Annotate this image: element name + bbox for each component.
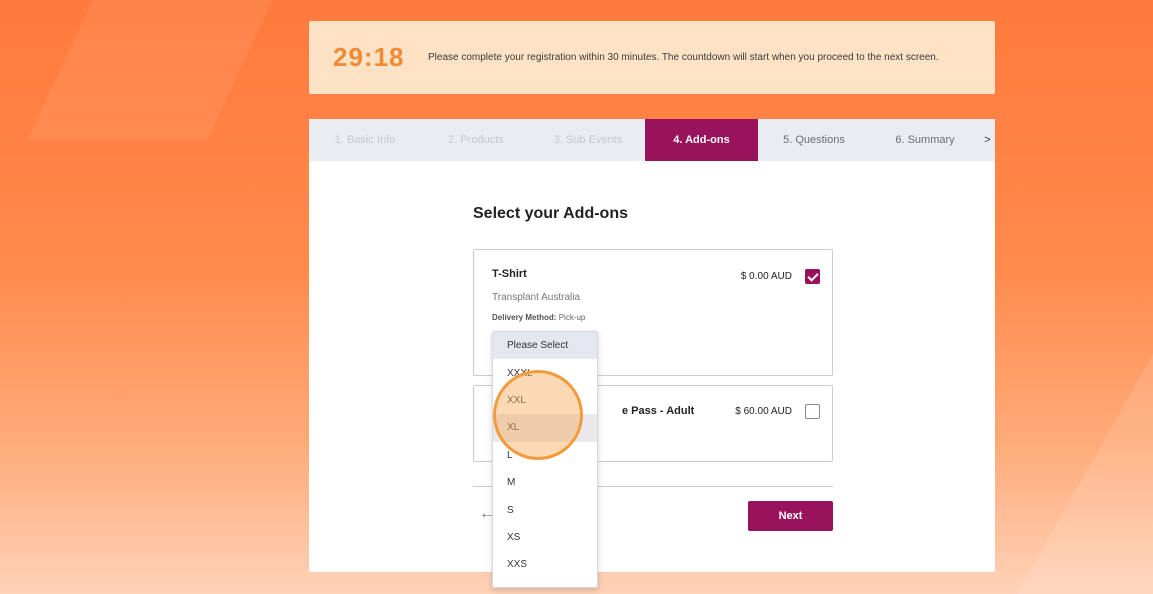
addon-name: T-Shirt	[492, 268, 527, 280]
next-button[interactable]: Next	[748, 501, 833, 531]
delivery-label: Delivery Method:	[492, 313, 557, 322]
tab-questions[interactable]: 5. Questions	[758, 119, 870, 161]
tab-basic-info[interactable]: 1. Basic Info	[309, 119, 421, 161]
addon-checkbox[interactable]	[805, 404, 820, 419]
addon-price: $ 60.00 AUD	[735, 406, 792, 417]
tab-products[interactable]: 2. Products	[421, 119, 531, 161]
tab-sub-events[interactable]: 3. Sub Events	[531, 119, 645, 161]
delivery-value: Pick-up	[558, 313, 586, 322]
addon-price: $ 0.00 AUD	[740, 271, 792, 282]
registration-card: 1. Basic Info 2. Products 3. Sub Events …	[309, 119, 995, 572]
dropdown-option[interactable]: Please Select	[493, 332, 597, 360]
addon-checkbox[interactable]	[805, 269, 820, 284]
background-shape	[27, 0, 273, 140]
tab-summary[interactable]: 6. Summary	[870, 119, 980, 161]
dropdown-option[interactable]: XXS	[493, 551, 597, 578]
tab-add-ons[interactable]: 4. Add-ons	[645, 119, 758, 161]
page-title: Select your Add-ons	[473, 205, 628, 222]
chevron-right-icon[interactable]: >	[980, 119, 995, 161]
countdown-timer: 29:18	[333, 42, 405, 72]
addon-organization: Transplant Australia	[492, 292, 581, 303]
dropdown-option[interactable]: S	[493, 496, 597, 523]
dropdown-option[interactable]: XS	[493, 524, 597, 551]
step-tabs: 1. Basic Info 2. Products 3. Sub Events …	[309, 119, 995, 161]
cursor-highlight	[493, 370, 583, 460]
dropdown-option[interactable]: M	[493, 469, 597, 496]
background-shape	[1017, 354, 1153, 594]
size-dropdown-list[interactable]: Please Select XXXL XXL XL L M S XS XXS	[492, 331, 598, 588]
countdown-message: Please complete your registration within…	[428, 51, 939, 63]
addon-name: e Pass - Adult	[622, 405, 695, 417]
addon-delivery: Delivery Method: Pick-up	[492, 313, 585, 322]
countdown-banner: 29:18 Please complete your registration …	[309, 21, 995, 94]
